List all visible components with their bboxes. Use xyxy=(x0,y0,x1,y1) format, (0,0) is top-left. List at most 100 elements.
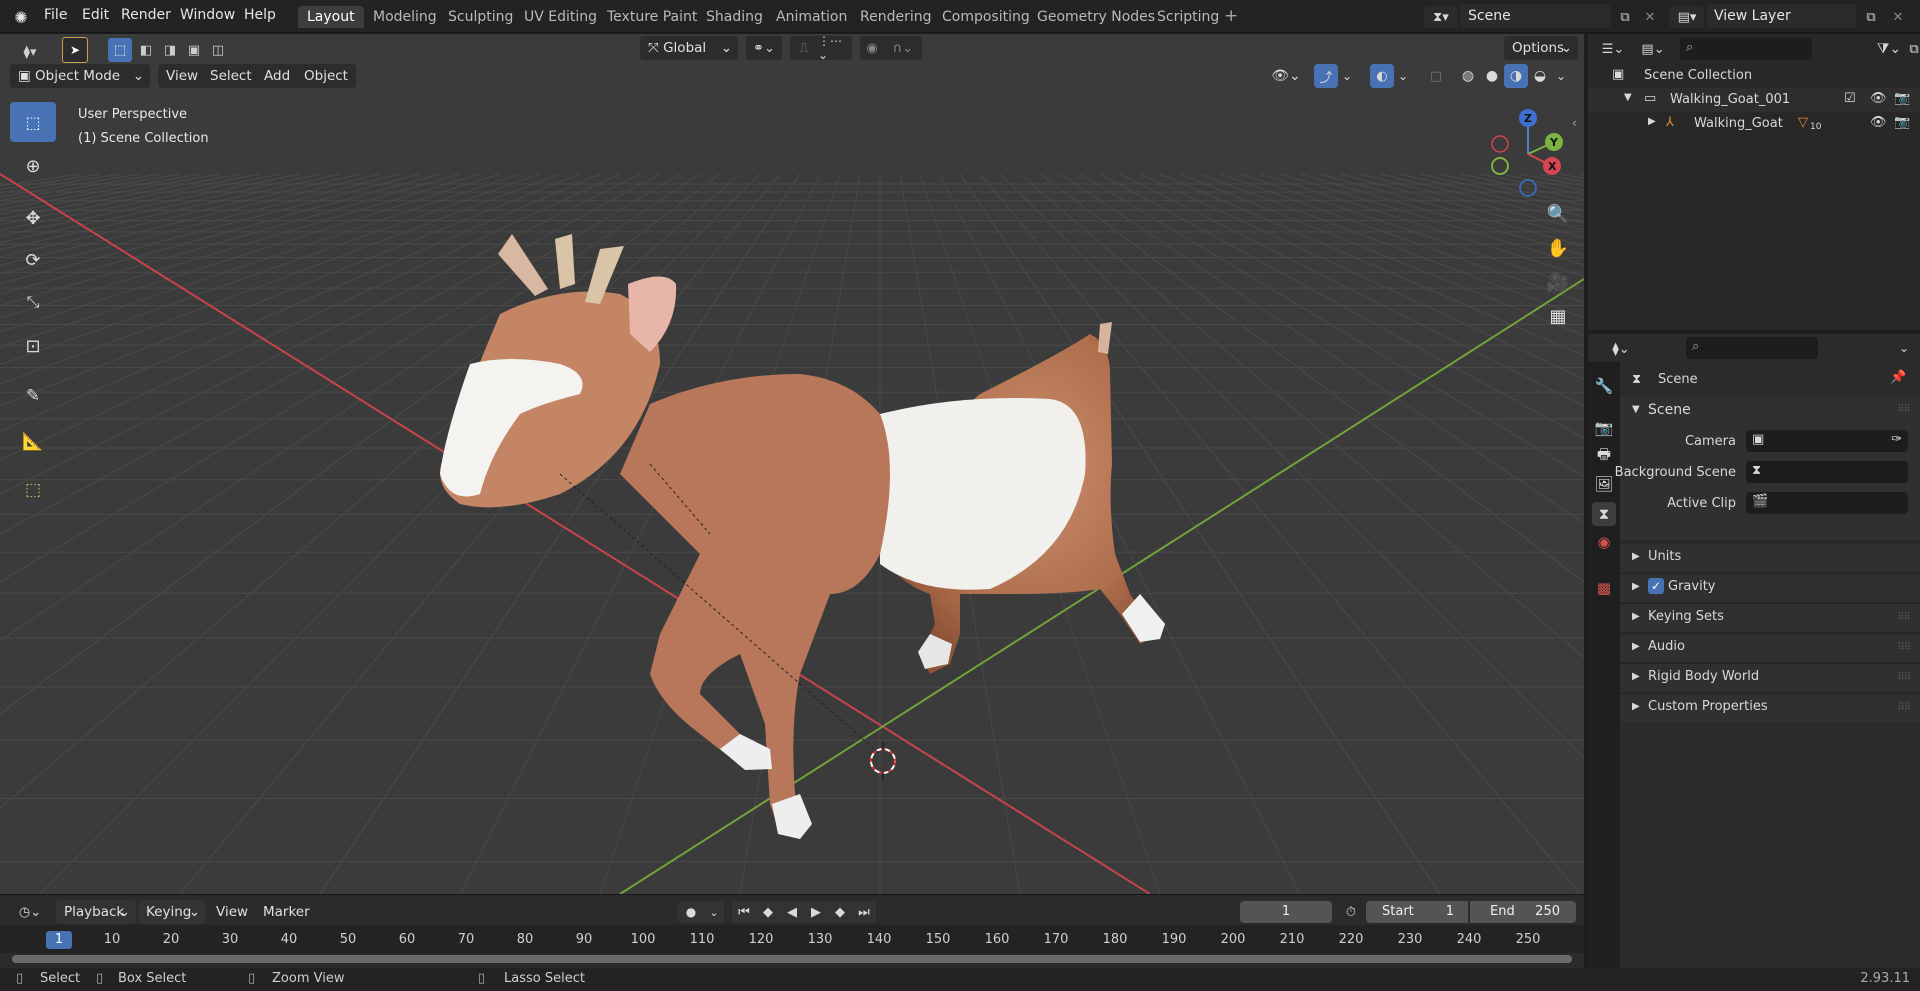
next-keyframe-icon[interactable]: ◆ xyxy=(828,901,852,923)
keying-menu[interactable]: Keying ⌄ xyxy=(138,900,206,924)
xray-toggle-icon[interactable]: ▢ xyxy=(1424,64,1448,88)
transform-orientation-dropdown[interactable]: ⤧ Global ⌄ xyxy=(640,36,738,60)
panel-grip-icon[interactable]: ⠿⠿ xyxy=(1897,702,1911,713)
editor-type-icon[interactable]: ⧫▾ xyxy=(10,40,50,64)
viewport-menu-view[interactable]: View xyxy=(158,64,207,88)
shading-menu-icon[interactable]: ⌄ xyxy=(1552,64,1570,88)
visibility-eye-icon[interactable]: 👁 xyxy=(1870,115,1887,130)
units-panel[interactable]: ▶ Units xyxy=(1620,544,1920,572)
panel-expand-icon[interactable]: ▼ xyxy=(1632,404,1640,415)
falloff-icon[interactable]: ∩⌄ xyxy=(884,36,922,60)
ortho-toggle-icon[interactable]: ▦ xyxy=(1542,300,1574,332)
record-menu-icon[interactable]: ⌄ xyxy=(704,901,724,923)
overlay-toggle-icon[interactable]: ◐ xyxy=(1370,64,1394,88)
render-camera-icon[interactable]: 📷 xyxy=(1894,115,1910,130)
timeline-scrollbar[interactable] xyxy=(12,955,1572,963)
background-scene-field[interactable]: ⧗ xyxy=(1746,461,1908,483)
exclude-checkbox-icon[interactable]: ☑ xyxy=(1844,91,1856,106)
properties-options-icon[interactable]: ⌄ xyxy=(1894,337,1914,359)
play-icon[interactable]: ▶ xyxy=(804,901,828,923)
select-tool-icon[interactable]: ➤ xyxy=(62,37,88,63)
play-reverse-icon[interactable]: ◀ xyxy=(780,901,804,923)
pin-icon[interactable]: 📌 xyxy=(1890,370,1906,385)
new-scene-icon[interactable]: ⧉ xyxy=(1614,6,1636,28)
panel-grip-icon[interactable]: ⠿⠿ xyxy=(1897,672,1911,683)
panel-grip-icon[interactable]: ⠿⠿ xyxy=(1897,612,1911,623)
menu-help[interactable]: Help xyxy=(244,7,276,23)
timeline-menu-marker[interactable]: Marker xyxy=(255,900,318,924)
tool-tab-icon[interactable]: 🔧 xyxy=(1592,374,1616,398)
delete-scene-icon[interactable]: ✕ xyxy=(1640,6,1660,28)
playback-menu[interactable]: Playback ⌄ xyxy=(56,900,136,924)
outliner-row-collection[interactable]: ▼ ▭ Walking_Goat_001 ☑ 👁 📷 xyxy=(1588,88,1920,112)
gravity-checkbox[interactable]: ✓ xyxy=(1648,578,1664,594)
visibility-filter-icon[interactable]: 👁⌄ xyxy=(1266,64,1306,88)
expand-arrow-icon[interactable]: ▶ xyxy=(1648,116,1656,127)
proportional-edit-icon[interactable]: ◉ xyxy=(860,36,884,60)
texture-tab-icon[interactable]: ▩ xyxy=(1592,576,1616,600)
blender-logo-icon[interactable]: ✺ xyxy=(10,6,32,28)
options-dropdown[interactable]: Options ⌄ xyxy=(1504,36,1578,60)
jump-start-icon[interactable]: ⏮ xyxy=(732,901,756,923)
scene-name-field[interactable]: Scene xyxy=(1460,4,1610,28)
timeline-menu-view[interactable]: View xyxy=(208,900,256,924)
visibility-eye-icon[interactable]: 👁 xyxy=(1870,91,1887,106)
scene-tab-icon[interactable]: ⧗ xyxy=(1592,502,1616,526)
menu-render[interactable]: Render xyxy=(121,7,171,23)
record-icon[interactable]: ● xyxy=(678,901,704,923)
viewport-menu-select[interactable]: Select xyxy=(202,64,260,88)
outliner-row-object[interactable]: ▶ ⅄ Walking_Goat ▽ 10 👁 📷 xyxy=(1588,112,1920,136)
select-extend-icon[interactable]: ◧ xyxy=(134,38,158,62)
navigation-gizmo[interactable]: Z Y X xyxy=(1484,104,1574,204)
select-intersect-icon[interactable]: ◫ xyxy=(206,38,230,62)
sidebar-toggle-icon[interactable]: ‹ xyxy=(1572,116,1577,130)
view-layer-tab-icon[interactable]: 🖼 xyxy=(1592,472,1616,496)
tab-rendering[interactable]: Rendering xyxy=(851,6,941,28)
scene-selector-icon[interactable]: ⧗▾ xyxy=(1424,6,1458,28)
select-invert-icon[interactable]: ▣ xyxy=(182,38,206,62)
select-subtract-icon[interactable]: ◨ xyxy=(158,38,182,62)
properties-search-input[interactable]: ⌕ xyxy=(1686,337,1818,359)
scene-panel-title[interactable]: Scene xyxy=(1648,402,1691,418)
tab-shading[interactable]: Shading xyxy=(697,6,772,28)
zoom-view-icon[interactable]: 🔍 xyxy=(1542,198,1574,230)
start-frame-field[interactable]: Start 1 xyxy=(1366,901,1468,923)
tab-compositing[interactable]: Compositing xyxy=(933,6,1039,28)
tab-scripting[interactable]: Scripting xyxy=(1148,6,1228,28)
select-new-icon[interactable]: ⬚ xyxy=(108,38,132,62)
tool-transform[interactable]: ⊡ xyxy=(10,326,56,366)
new-view-layer-icon[interactable]: ⧉ xyxy=(1860,6,1882,28)
solid-shading-icon[interactable]: ● xyxy=(1480,64,1504,88)
viewport-menu-object[interactable]: Object xyxy=(296,64,356,88)
camera-field[interactable]: ▣ ✑ xyxy=(1746,430,1908,452)
viewport-menu-add[interactable]: Add xyxy=(256,64,299,88)
mode-dropdown[interactable]: ▣ Object Mode ⌄ xyxy=(10,64,150,88)
tool-scale[interactable]: ⤡ xyxy=(10,282,56,322)
tool-measure[interactable]: 📐 xyxy=(10,422,56,462)
menu-window[interactable]: Window xyxy=(180,7,235,23)
add-workspace-button[interactable]: + xyxy=(1224,6,1238,26)
pivot-point-icon[interactable]: ⚭⌄ xyxy=(746,36,782,60)
view-layer-selector-icon[interactable]: ▤▾ xyxy=(1670,6,1704,28)
end-frame-field[interactable]: End 250 xyxy=(1470,901,1576,923)
active-clip-field[interactable]: 🎬 xyxy=(1746,492,1908,514)
filter-icon[interactable]: ⧩⌄ xyxy=(1872,38,1906,60)
expand-arrow-icon[interactable]: ▼ xyxy=(1624,92,1632,103)
viewport-canvas[interactable] xyxy=(0,34,1584,894)
display-mode-icon[interactable]: ▤⌄ xyxy=(1636,38,1670,60)
pan-view-icon[interactable]: ✋ xyxy=(1542,232,1574,264)
playhead[interactable]: 1 xyxy=(46,931,72,949)
wireframe-shading-icon[interactable]: ◍ xyxy=(1456,64,1480,88)
jump-end-icon[interactable]: ⏭ xyxy=(852,901,876,923)
snap-target-icon[interactable]: ⋮⋯⌄ xyxy=(818,34,852,62)
gravity-panel[interactable]: ▶ ✓ Gravity xyxy=(1620,574,1920,602)
prev-keyframe-icon[interactable]: ◆ xyxy=(756,901,780,923)
tab-modeling[interactable]: Modeling xyxy=(364,6,446,28)
outliner-search-input[interactable]: ⌕ xyxy=(1680,38,1812,60)
rendered-shading-icon[interactable]: ◒ xyxy=(1528,64,1552,88)
outliner-row-scene-collection[interactable]: ▣ Scene Collection xyxy=(1588,64,1920,88)
overlay-menu-icon[interactable]: ⌄ xyxy=(1394,64,1412,88)
3d-viewport[interactable]: ⧫▾ ➤ ⬚ ◧ ◨ ▣ ◫ ⤧ Global ⌄ ⚭⌄ ⎍ ⋮⋯⌄ ◉ ∩⌄ O… xyxy=(0,34,1584,894)
keying-sets-panel[interactable]: ▶ Keying Sets ⠿⠿ xyxy=(1620,604,1920,632)
view-layer-field[interactable]: View Layer xyxy=(1706,4,1856,28)
